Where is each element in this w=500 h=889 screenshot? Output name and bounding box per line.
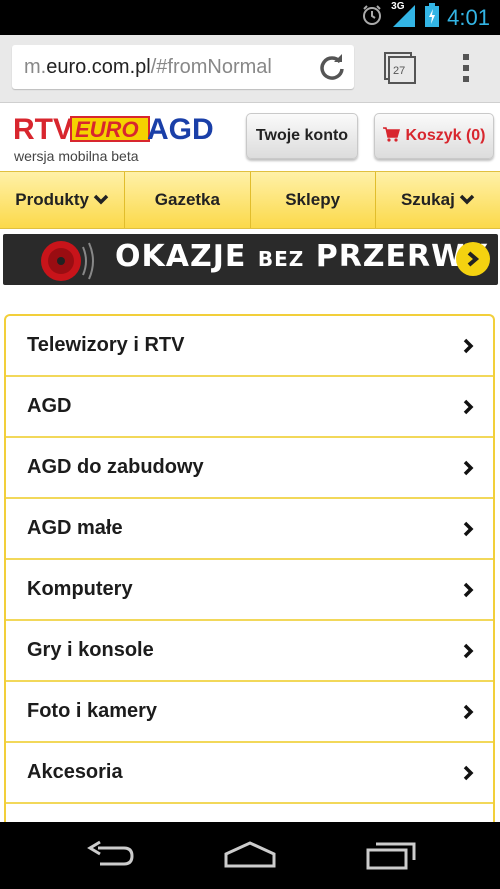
category-list: Telewizory i RTV AGD AGD do zabudowy AGD… xyxy=(4,314,495,834)
account-button[interactable]: Twoje konto xyxy=(246,113,358,159)
logo-rtv: RTV xyxy=(13,113,73,145)
category-item-agd[interactable]: AGD xyxy=(6,377,493,438)
rtv-euro-agd-logo[interactable]: RTV EURO AGD xyxy=(13,111,214,150)
category-item-akcesoria[interactable]: Akcesoria xyxy=(6,743,493,804)
url-text[interactable]: m.euro.com.pl/#fromNormal xyxy=(24,45,309,89)
category-label: Foto i kamery xyxy=(27,700,158,722)
nav-sklepy[interactable]: Sklepy xyxy=(250,172,376,228)
cart-button[interactable]: Koszyk (0) xyxy=(374,113,494,159)
nav-szukaj-label: Szukaj xyxy=(400,190,455,209)
category-item-agd-male[interactable]: AGD małe xyxy=(6,499,493,560)
site-header: RTV EURO AGD wersja mobilna beta Twoje k… xyxy=(0,103,500,171)
category-label: AGD małe xyxy=(27,517,123,539)
chevron-right-icon xyxy=(463,460,474,475)
category-item-telewizory[interactable]: Telewizory i RTV xyxy=(6,316,493,377)
alarm-bell-icon xyxy=(23,237,103,285)
url-field[interactable]: m.euro.com.pl/#fromNormal xyxy=(12,45,354,89)
category-label: Telewizory i RTV xyxy=(27,334,185,356)
chevron-right-icon xyxy=(463,399,474,414)
nav-gazetka-label: Gazetka xyxy=(154,190,220,209)
alarm-icon xyxy=(361,4,383,31)
back-icon[interactable] xyxy=(86,840,136,875)
chevron-down-icon xyxy=(93,194,109,205)
category-item-gry-i-konsole[interactable]: Gry i konsole xyxy=(6,621,493,682)
cart-icon xyxy=(382,126,401,147)
cart-button-label: Koszyk (0) xyxy=(405,127,486,144)
signal-icon: 3G xyxy=(391,1,417,32)
banner-text-small: BEZ xyxy=(257,247,305,271)
banner-text: OKAZJE BEZ PRZERWY xyxy=(115,239,488,274)
url-prefix: m. xyxy=(24,56,47,78)
logo-agd: AGD xyxy=(147,113,213,145)
category-label: Gry i konsole xyxy=(27,639,154,661)
nav-szukaj[interactable]: Szukaj xyxy=(375,172,500,228)
tab-count: 27 xyxy=(393,65,406,77)
chevron-right-icon xyxy=(463,643,474,658)
nav-produkty-label: Produkty xyxy=(15,190,89,209)
nav-gazetka[interactable]: Gazetka xyxy=(125,172,251,228)
chevron-right-icon xyxy=(463,521,474,536)
reload-icon[interactable] xyxy=(318,53,346,81)
banner-arrow-icon[interactable] xyxy=(456,242,490,276)
system-nav-bar xyxy=(0,822,500,889)
nav-sklepy-label: Sklepy xyxy=(285,190,341,209)
home-icon[interactable] xyxy=(224,840,276,875)
chevron-down-icon xyxy=(459,194,475,205)
network-type: 3G xyxy=(391,1,405,12)
account-button-label: Twoje konto xyxy=(255,127,349,144)
main-nav: Produkty Gazetka Sklepy Szukaj xyxy=(0,171,500,229)
battery-icon xyxy=(425,3,440,32)
category-item-foto-i-kamery[interactable]: Foto i kamery xyxy=(6,682,493,743)
status-bar: 3G 4:01 xyxy=(0,0,500,35)
status-time: 4:01 xyxy=(447,4,490,30)
recent-apps-icon[interactable] xyxy=(366,840,416,875)
nav-produkty[interactable]: Produkty xyxy=(0,172,126,228)
chevron-right-icon xyxy=(463,704,474,719)
category-label: Akcesoria xyxy=(27,761,123,783)
promo-banner[interactable]: OKAZJE BEZ PRZERWY xyxy=(3,234,498,285)
category-label: AGD do zabudowy xyxy=(27,456,204,478)
url-path: /#fromNormal xyxy=(150,56,272,78)
site-subtitle: wersja mobilna beta xyxy=(14,148,139,164)
banner-text-1: OKAZJE xyxy=(115,239,247,274)
category-item-agd-do-zabudowy[interactable]: AGD do zabudowy xyxy=(6,438,493,499)
category-label: Komputery xyxy=(27,578,133,600)
chevron-right-icon xyxy=(463,338,474,353)
overflow-menu-icon[interactable] xyxy=(456,51,476,85)
url-domain: euro.com.pl xyxy=(46,56,151,78)
browser-toolbar: m.euro.com.pl/#fromNormal 27 xyxy=(0,35,500,103)
category-label: AGD xyxy=(27,395,72,417)
chevron-right-icon xyxy=(463,765,474,780)
tabs-button[interactable]: 27 xyxy=(384,52,416,84)
logo-euro: EURO xyxy=(75,117,139,142)
chevron-right-icon xyxy=(463,582,474,597)
category-item-komputery[interactable]: Komputery xyxy=(6,560,493,621)
